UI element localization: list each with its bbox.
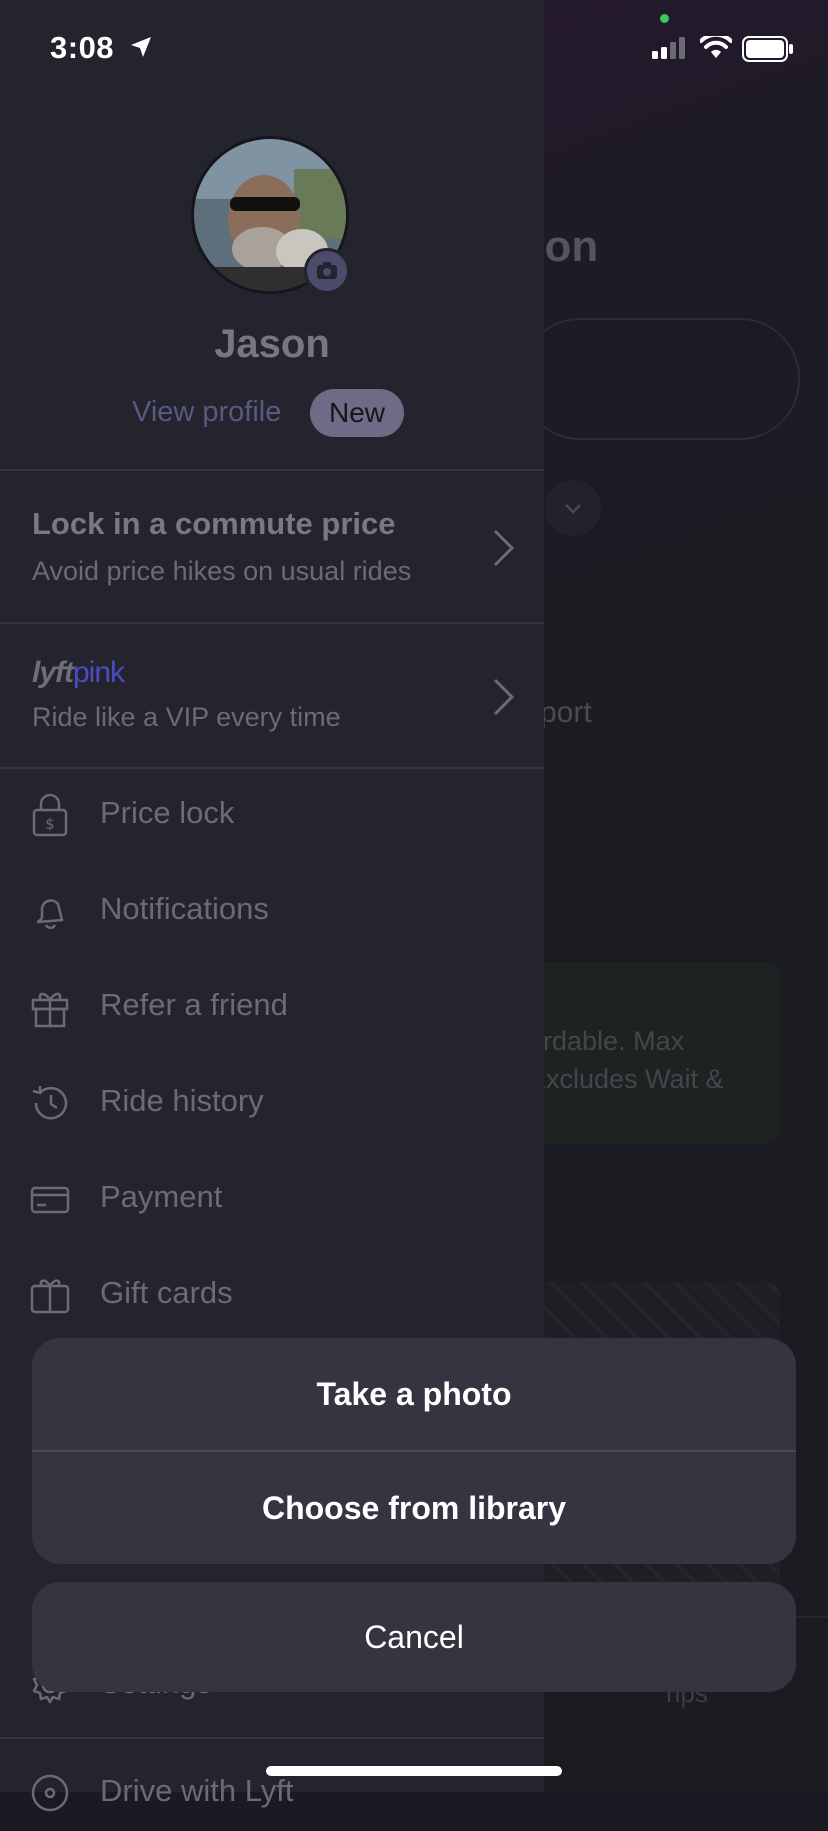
background-card-line2: Excludes Wait & <box>528 1064 724 1094</box>
menu-item-label: Notifications <box>100 891 269 926</box>
gift-icon <box>31 992 69 1028</box>
menu-item-label: Payment <box>100 1179 223 1214</box>
history-icon <box>32 1086 68 1120</box>
menu-item-drive-with-lyft[interactable]: Drive with Lyft <box>0 1751 544 1831</box>
menu-item-notifications[interactable]: Notifications <box>0 869 544 949</box>
lyft-pink-logo: lyftpink <box>32 656 125 690</box>
view-profile-link[interactable]: View profile <box>132 396 281 429</box>
chevron-down-icon <box>565 504 581 514</box>
choose-library-button[interactable]: Choose from library <box>32 1452 796 1564</box>
gift-card-icon <box>30 1279 70 1314</box>
background-search-pill <box>520 318 800 440</box>
camera-icon <box>317 262 337 279</box>
logo-lyft-text: lyft <box>32 656 74 689</box>
location-arrow-icon <box>131 37 151 57</box>
chevron-right-icon <box>493 678 515 716</box>
promo-subtitle: Avoid price hikes on usual rides <box>32 556 412 586</box>
status-time: 3:08 <box>50 30 115 65</box>
lock-dollar-icon: $ <box>32 793 68 837</box>
new-badge: New <box>310 389 404 437</box>
bell-icon <box>36 899 64 930</box>
credit-card-icon <box>30 1186 70 1214</box>
menu-item-label: Ride history <box>100 1083 264 1118</box>
menu-item-label: Drive with Lyft <box>100 1773 294 1808</box>
menu-item-label: Refer a friend <box>100 987 288 1022</box>
svg-text:$: $ <box>45 815 55 833</box>
photo-action-sheet: Take a photo Choose from library <box>32 1338 796 1564</box>
background-card-text: ordable. Max Excludes Wait & <box>528 1022 724 1098</box>
background-card-line1: ordable. Max <box>528 1026 685 1056</box>
background-chevron-button <box>545 480 601 536</box>
divider <box>0 469 544 471</box>
divider <box>0 1737 544 1739</box>
steering-wheel-icon <box>31 1774 69 1812</box>
battery-icon <box>742 36 793 62</box>
cancel-button[interactable]: Cancel <box>32 1582 796 1692</box>
cellular-signal-icon <box>652 37 685 59</box>
menu-item-ride-history[interactable]: Ride history <box>0 1061 544 1141</box>
menu-item-label: Price lock <box>100 795 235 830</box>
promo-title: Lock in a commute price <box>32 506 396 541</box>
promo-subtitle: Ride like a VIP every time <box>32 702 341 732</box>
take-photo-button[interactable]: Take a photo <box>32 1338 796 1450</box>
camera-badge[interactable] <box>304 248 350 294</box>
privacy-indicator-dot <box>660 14 669 23</box>
menu-item-refer-friend[interactable]: Refer a friend <box>0 965 544 1045</box>
profile-name: Jason <box>214 322 330 366</box>
status-bar: 3:08 <box>0 0 828 100</box>
wifi-icon <box>700 36 732 58</box>
divider <box>0 622 544 624</box>
menu-item-payment[interactable]: Payment <box>0 1157 544 1237</box>
menu-item-label: Gift cards <box>100 1275 233 1310</box>
home-indicator[interactable] <box>266 1766 562 1776</box>
divider <box>0 767 544 769</box>
logo-pink-text: pink <box>73 656 125 689</box>
chevron-right-icon <box>493 529 515 567</box>
menu-item-gift-cards[interactable]: Gift cards <box>0 1253 544 1333</box>
menu-item-price-lock[interactable]: $ Price lock <box>0 773 544 853</box>
